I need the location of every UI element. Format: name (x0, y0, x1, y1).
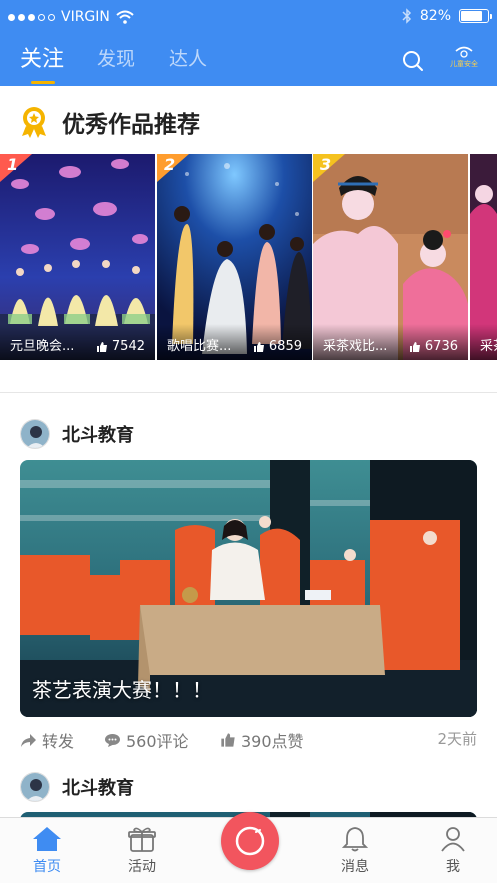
status-bar: VIRGIN 82% (0, 0, 497, 34)
top-nav: 关注 发现 达人 儿童安全 (0, 38, 497, 86)
tab-home[interactable]: 首页 (17, 826, 77, 876)
section-divider (0, 392, 497, 393)
person-icon (441, 827, 465, 852)
avatar[interactable] (20, 419, 50, 449)
wifi-icon (116, 10, 134, 24)
share-icon (21, 733, 36, 747)
post-image[interactable]: 茶艺表演大赛！！！ (20, 460, 477, 717)
comment-button[interactable]: 560评论 (104, 728, 189, 752)
rank-number: 3 (320, 155, 332, 174)
recommended-card[interactable]: 3 采茶戏比... 6736 (313, 154, 468, 360)
camera-record-icon (235, 826, 265, 856)
card-likes: 6736 (409, 339, 458, 354)
medal-icon (22, 107, 46, 138)
recommended-card[interactable]: 1 元旦晚会... 7542 (0, 154, 155, 360)
tab-messages[interactable]: 消息 (325, 826, 385, 876)
card-likes: 7542 (96, 339, 145, 354)
share-button[interactable]: 转发 (20, 728, 74, 752)
carrier-label: VIRGIN (61, 9, 110, 25)
recommended-carousel[interactable]: 1 元旦晚会... 7542 2 歌唱比赛... 6859 3 采茶戏比... … (0, 154, 497, 360)
thumbs-up-icon (409, 341, 420, 352)
rank-number: 1 (7, 155, 19, 174)
recommended-header: 优秀作品推荐 (0, 86, 497, 154)
card-title: 采茶戏比... (323, 339, 388, 354)
rank-number: 2 (164, 155, 176, 174)
avatar[interactable] (20, 772, 50, 802)
gift-icon (128, 827, 156, 852)
post-actions: 转发 560评论 390点赞 2天前 (20, 728, 477, 754)
tab-following[interactable]: 关注 (20, 41, 64, 73)
kids-safety-label: 儿童安全 (450, 60, 478, 68)
thumbs-up-icon (96, 341, 107, 352)
recommended-title: 优秀作品推荐 (62, 112, 200, 138)
card-title: 歌唱比赛... (167, 339, 232, 354)
app-header: VIRGIN 82% 关注 发现 达人 儿童安全 (0, 0, 497, 86)
bluetooth-icon (402, 8, 411, 24)
comment-icon (105, 733, 120, 747)
card-title: 采茶 (480, 339, 497, 354)
kids-safety-button[interactable]: 儿童安全 (446, 43, 482, 75)
post-caption: 茶艺表演大赛！！！ (32, 678, 212, 702)
post-author[interactable]: 北斗教育 (20, 418, 134, 450)
home-icon (33, 827, 61, 851)
bottom-tab-bar: 首页 活动 消息 我 (0, 812, 497, 883)
recommended-card[interactable]: 2 歌唱比赛... 6859 (157, 154, 312, 360)
card-likes: 6859 (253, 339, 302, 354)
author-name[interactable]: 北斗教育 (62, 421, 134, 447)
bell-icon (342, 827, 368, 852)
record-button[interactable] (221, 812, 279, 870)
signal-icon (8, 13, 55, 21)
post-author[interactable]: 北斗教育 (20, 771, 134, 803)
thumbs-up-icon (221, 733, 235, 747)
post-time: 2天前 (437, 730, 477, 748)
tab-discover[interactable]: 发现 (97, 44, 135, 71)
search-icon[interactable] (402, 50, 424, 72)
author-name[interactable]: 北斗教育 (62, 774, 134, 800)
battery-percent: 82% (419, 8, 451, 24)
recommended-card[interactable]: 采茶 (470, 154, 497, 360)
battery-icon (459, 9, 492, 23)
tab-experts[interactable]: 达人 (169, 44, 207, 71)
card-title: 元旦晚会... (10, 339, 75, 354)
tab-profile[interactable]: 我 (423, 826, 483, 876)
like-button[interactable]: 390点赞 (220, 728, 304, 752)
thumbs-up-icon (253, 341, 264, 352)
tab-activities[interactable]: 活动 (112, 826, 172, 876)
active-tab-indicator (31, 81, 55, 84)
